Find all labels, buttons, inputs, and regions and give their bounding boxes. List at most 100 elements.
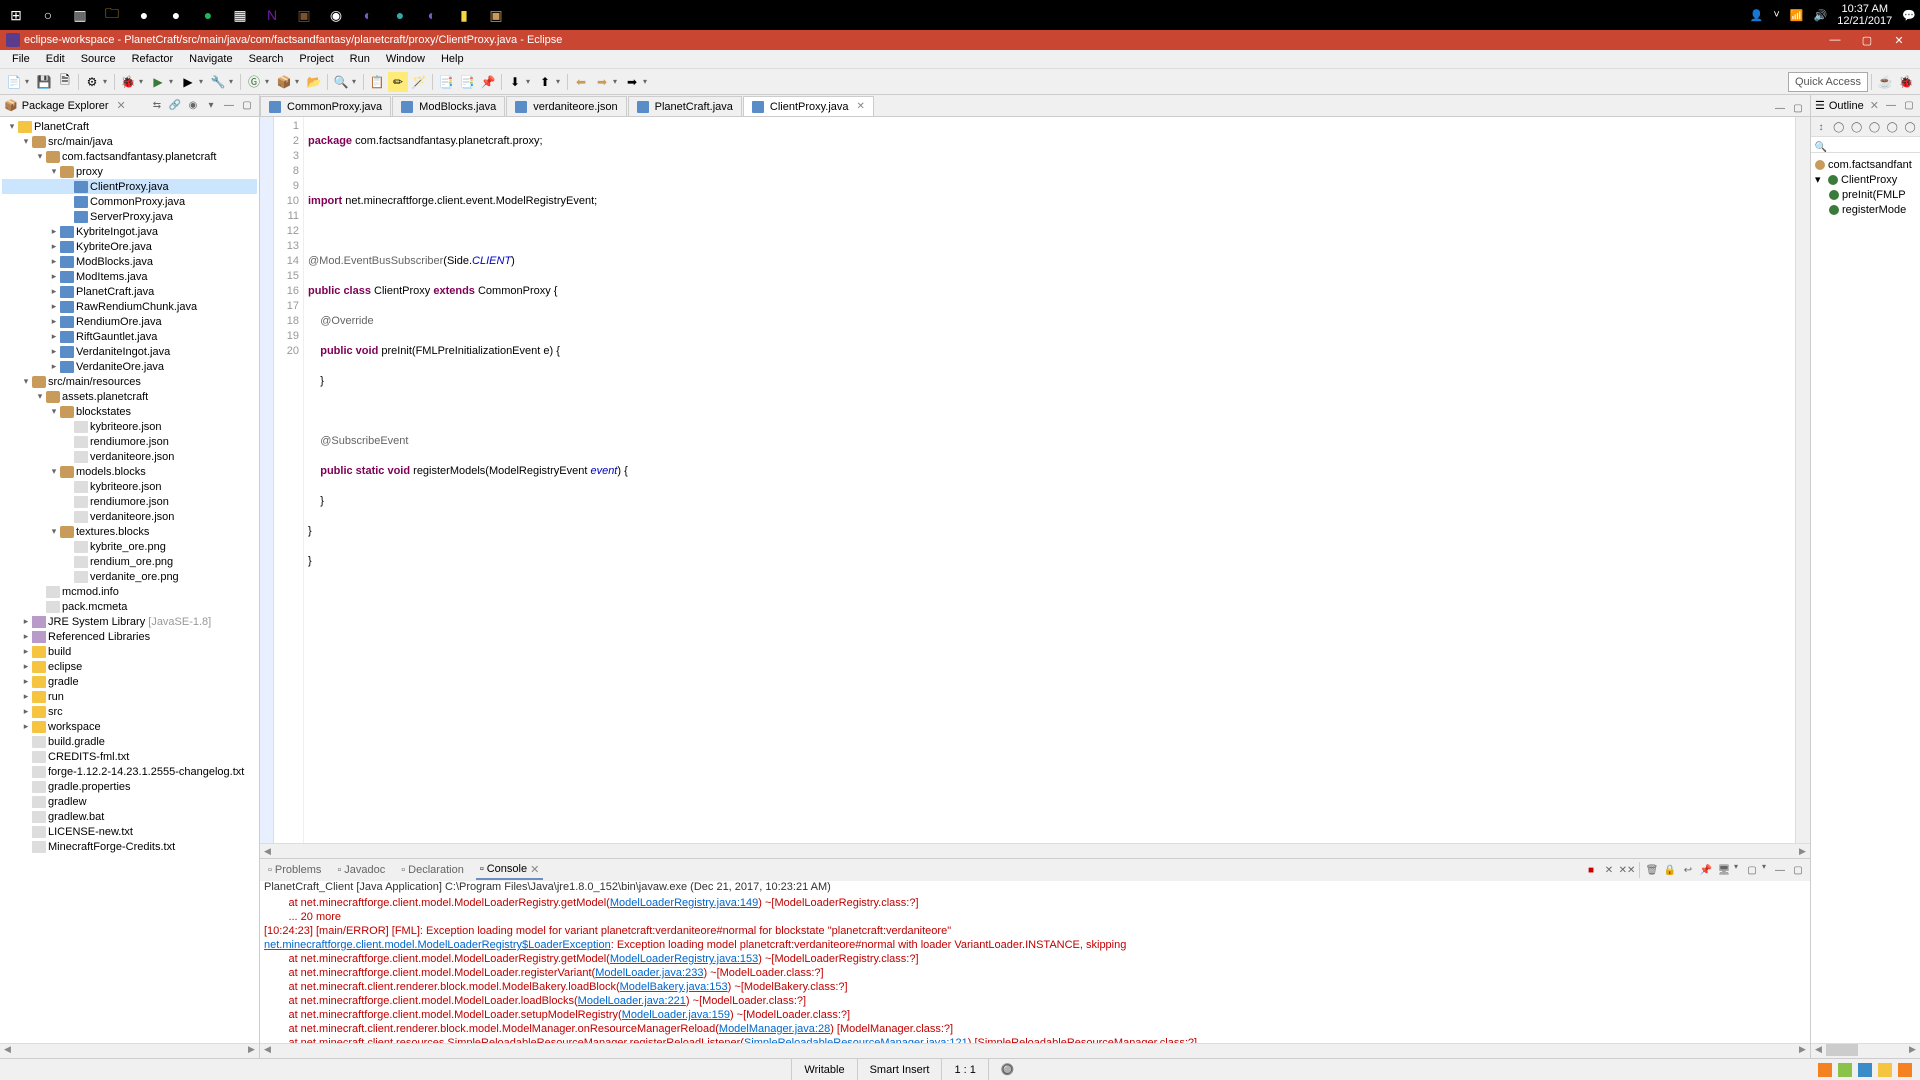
expand-icon[interactable]: ▸ <box>48 316 60 327</box>
tree-item[interactable]: pack.mcmeta <box>2 599 257 614</box>
tree-item[interactable]: ▸RawRendiumChunk.java <box>2 299 257 314</box>
menu-file[interactable]: File <box>4 51 38 67</box>
taskview-icon[interactable]: ▥ <box>68 3 92 27</box>
tree-item[interactable]: MinecraftForge-Credits.txt <box>2 839 257 854</box>
expand-icon[interactable]: ▸ <box>48 346 60 357</box>
expand-icon[interactable]: ▾ <box>6 121 18 132</box>
close-outline-icon[interactable]: ✕ <box>1870 99 1879 112</box>
tree-item[interactable]: kybriteore.json <box>2 479 257 494</box>
run-icon[interactable]: ▶ <box>148 72 168 92</box>
tree-item[interactable]: ▸eclipse <box>2 659 257 674</box>
menu-navigate[interactable]: Navigate <box>181 51 240 67</box>
sync-icon[interactable] <box>1858 1063 1872 1077</box>
tree-item[interactable]: ▸ModBlocks.java <box>2 254 257 269</box>
bottom-tab-console[interactable]: ▫Console ✕ <box>476 861 543 880</box>
newclass-icon[interactable]: Ⓖ <box>244 72 264 92</box>
updates-icon[interactable] <box>1838 1063 1852 1077</box>
minecraft-icon[interactable]: ▣ <box>292 3 316 27</box>
filter4-icon[interactable]: ◯ <box>1884 119 1900 135</box>
code-area[interactable]: package com.factsandfantasy.planetcraft.… <box>304 117 1795 843</box>
max-bottom-icon[interactable]: ▢ <box>1790 862 1806 878</box>
pin2-icon[interactable]: 📌 <box>1698 862 1714 878</box>
tree-item[interactable]: mcmod.info <box>2 584 257 599</box>
tree-item[interactable]: gradlew <box>2 794 257 809</box>
last-icon[interactable]: ➡ <box>622 72 642 92</box>
eclipse1-icon[interactable]: ◐ <box>356 3 380 27</box>
tree-item[interactable]: kybriteore.json <box>2 419 257 434</box>
expand-icon[interactable]: ▸ <box>20 706 32 717</box>
annotation2-icon[interactable]: 📑 <box>457 72 477 92</box>
outline-item[interactable]: com.factsandfant <box>1815 157 1916 172</box>
tree-item[interactable]: verdaniteore.json <box>2 449 257 464</box>
tree-item[interactable]: rendiumore.json <box>2 494 257 509</box>
tree-item[interactable]: ▾textures.blocks <box>2 524 257 539</box>
menu-project[interactable]: Project <box>291 51 341 67</box>
clear-icon[interactable]: 🗑 <box>1644 862 1660 878</box>
outline-tree[interactable]: com.factsandfant▾ClientProxypreInit(FMLP… <box>1811 153 1920 1043</box>
filter1-icon[interactable]: ◯ <box>1831 119 1847 135</box>
expand-icon[interactable]: ▸ <box>20 721 32 732</box>
openfolder-icon[interactable]: 📂 <box>304 72 324 92</box>
display-icon[interactable]: 🖥 <box>1716 862 1732 878</box>
expand-icon[interactable]: ▸ <box>48 226 60 237</box>
menu-window[interactable]: Window <box>378 51 433 67</box>
menu-source[interactable]: Source <box>73 51 124 67</box>
tree-item[interactable]: ▸KybriteIngot.java <box>2 224 257 239</box>
expand-icon[interactable]: ▾ <box>48 466 60 477</box>
build-icon[interactable]: ⚙ <box>82 72 102 92</box>
expand-icon[interactable]: ▾ <box>20 136 32 147</box>
close-view-icon[interactable]: ✕ <box>117 99 126 112</box>
tree-item[interactable]: ▸run <box>2 689 257 704</box>
expand-icon[interactable]: ▸ <box>48 301 60 312</box>
menu-run[interactable]: Run <box>342 51 378 67</box>
task-icon[interactable]: 📋 <box>367 72 387 92</box>
clock[interactable]: 10:37 AM 12/21/2017 <box>1837 3 1892 27</box>
editor-tab[interactable]: CommonProxy.java <box>260 96 391 116</box>
debug-icon[interactable]: 🐞 <box>118 72 138 92</box>
expand-icon[interactable]: ▸ <box>48 361 60 372</box>
forward-icon[interactable]: ➡ <box>592 72 612 92</box>
tree-item[interactable]: build.gradle <box>2 734 257 749</box>
tree-item[interactable]: ▸VerdaniteIngot.java <box>2 344 257 359</box>
bottom-tab-problems[interactable]: ▫Problems <box>264 861 325 880</box>
minimize-view-icon[interactable]: — <box>221 98 237 114</box>
tree-item[interactable]: ▾proxy <box>2 164 257 179</box>
tree-item[interactable]: ClientProxy.java <box>2 179 257 194</box>
tree-item[interactable]: LICENSE-new.txt <box>2 824 257 839</box>
tree-item[interactable]: ▸build <box>2 644 257 659</box>
explorer-icon[interactable]: 🗀 <box>100 3 124 27</box>
editor[interactable]: 123891011121314151617181920 package com.… <box>260 117 1810 843</box>
wifi-icon[interactable]: 📶 <box>1790 9 1804 22</box>
editor-tab[interactable]: PlanetCraft.java <box>628 96 742 116</box>
outline-max-icon[interactable]: ▢ <box>1901 98 1917 114</box>
remove-icon[interactable]: ✕ <box>1601 862 1617 878</box>
search-icon[interactable]: 🔍 <box>331 72 351 92</box>
pin-icon[interactable]: 📌 <box>478 72 498 92</box>
prev-icon[interactable]: ⬆ <box>535 72 555 92</box>
close-icon[interactable]: ✕ <box>530 863 539 876</box>
tree-item[interactable]: CommonProxy.java <box>2 194 257 209</box>
tree-item[interactable]: ▾com.factsandfantasy.planetcraft <box>2 149 257 164</box>
menu-edit[interactable]: Edit <box>38 51 73 67</box>
quick-access[interactable]: Quick Access <box>1788 72 1868 92</box>
tree-item[interactable]: ▾assets.planetcraft <box>2 389 257 404</box>
tree-item[interactable]: ▸KybriteOre.java <box>2 239 257 254</box>
minimize-button[interactable]: — <box>1820 31 1850 49</box>
annotation1-icon[interactable]: 📑 <box>436 72 456 92</box>
rss-icon[interactable] <box>1818 1063 1832 1077</box>
link-icon[interactable]: 🔗 <box>167 98 183 114</box>
console-output[interactable]: at net.minecraftforge.client.model.Model… <box>260 896 1810 1043</box>
external-icon[interactable]: 🔧 <box>208 72 228 92</box>
next-icon[interactable]: ⬇ <box>505 72 525 92</box>
expand-icon[interactable]: ▾ <box>20 376 32 387</box>
terminate-icon[interactable]: ■ <box>1583 862 1599 878</box>
saveall-icon[interactable]: 🗎 <box>55 72 75 92</box>
scroll-lock-icon[interactable]: 🔒 <box>1662 862 1678 878</box>
cortana-icon[interactable]: ○ <box>36 3 60 27</box>
tree-item[interactable]: ▾src/main/java <box>2 134 257 149</box>
tree-item[interactable]: rendiumore.json <box>2 434 257 449</box>
volume-icon[interactable]: 🔊 <box>1814 9 1828 22</box>
filter3-icon[interactable]: ◯ <box>1867 119 1883 135</box>
expand-icon[interactable]: ▾ <box>34 151 46 162</box>
outline-min-icon[interactable]: — <box>1883 98 1899 114</box>
